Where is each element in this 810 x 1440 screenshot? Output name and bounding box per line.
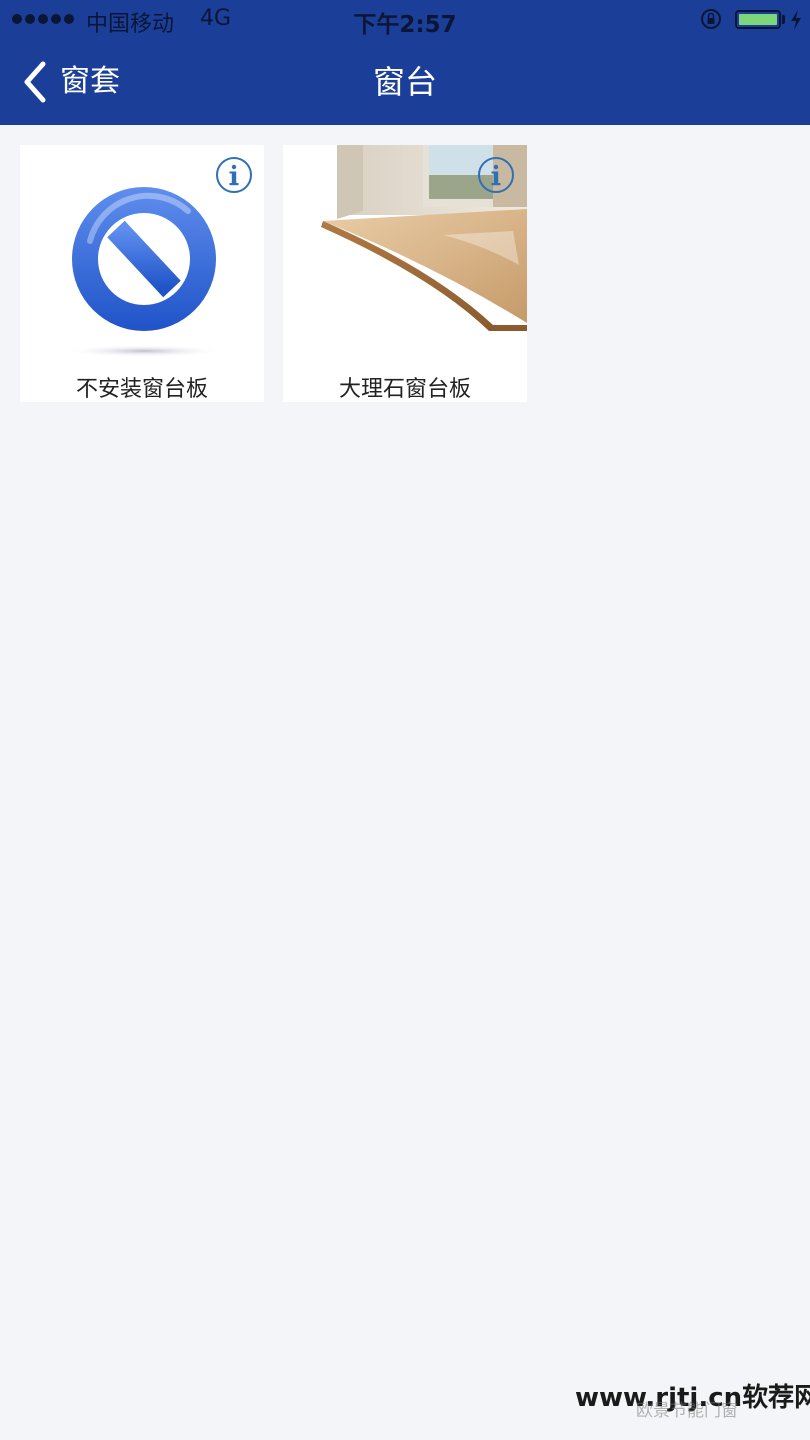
navigation-bar: 窗套 窗台 <box>0 42 810 125</box>
page-title: 窗台 <box>372 63 437 101</box>
battery-tip <box>782 15 785 24</box>
status-time: 下午2:57 <box>353 12 457 38</box>
option-label: 大理石窗台板 <box>338 377 471 402</box>
option-label: 不安装窗台板 <box>75 377 208 402</box>
option-card-no-install[interactable]: 不安装窗台板 <box>20 145 264 402</box>
app-header: 中国移动 4G 下午2:57 窗套 窗台 <box>0 0 810 125</box>
charging-bolt-icon <box>791 10 801 30</box>
option-card-marble[interactable]: 大理石窗台板 <box>283 145 527 402</box>
battery-level <box>739 14 777 25</box>
info-icon[interactable] <box>477 156 515 194</box>
status-bar: 中国移动 4G 下午2:57 <box>0 0 810 42</box>
watermark-sub: 欧景节能门窗 <box>636 1401 738 1421</box>
rotation-lock-icon <box>701 9 721 29</box>
battery-icon <box>735 10 781 29</box>
info-icon[interactable] <box>215 156 253 194</box>
